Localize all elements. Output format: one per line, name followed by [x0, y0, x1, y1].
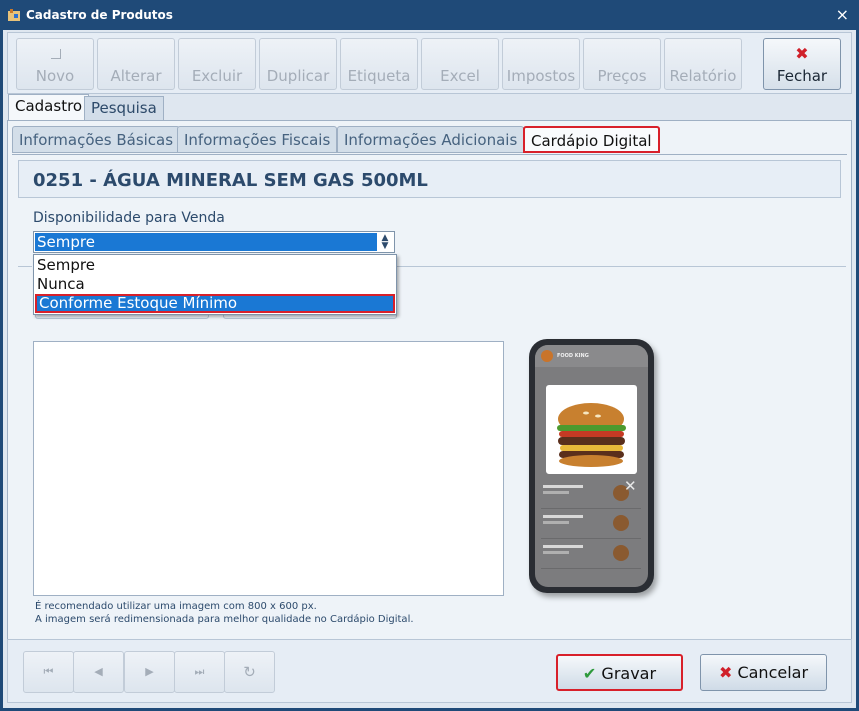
- duplicar-label: Duplicar: [266, 67, 330, 85]
- section-divider: [396, 266, 846, 267]
- availability-selected-value: Sempre: [35, 233, 377, 251]
- phone-screen: FOOD KING ✕: [535, 345, 648, 587]
- tab-cardapio-digital[interactable]: Cardápio Digital: [523, 126, 660, 153]
- cardapio-panel: 0251 - ÁGUA MINERAL SEM GAS 500ML Dispon…: [12, 154, 847, 644]
- option-conforme-estoque[interactable]: Conforme Estoque Mínimo: [35, 294, 395, 313]
- cadastro-panel: Informações Básicas Informações Fiscais …: [7, 120, 852, 648]
- last-record-button[interactable]: ⏭: [174, 651, 225, 693]
- next-record-button[interactable]: ▶: [124, 651, 175, 693]
- refresh-button[interactable]: ↻: [224, 651, 275, 693]
- image-hint-resize: A imagem será redimensionada para melhor…: [35, 614, 414, 625]
- preview-menu-row: [541, 511, 641, 539]
- product-header: 0251 - ÁGUA MINERAL SEM GAS 500ML: [18, 160, 841, 198]
- preview-topbar: FOOD KING: [535, 345, 648, 367]
- cancelar-button[interactable]: ✖ Cancelar: [700, 654, 827, 691]
- first-icon: ⏮: [43, 665, 54, 678]
- phone-preview: FOOD KING ✕: [529, 339, 654, 593]
- preview-menu-row: [541, 541, 641, 569]
- close-window-icon[interactable]: ×: [836, 5, 849, 24]
- previous-record-button[interactable]: ◀: [73, 651, 124, 693]
- app-icon: [8, 9, 20, 21]
- duplicar-button[interactable]: Duplicar: [259, 38, 337, 90]
- tab-informacoes-adicionais[interactable]: Informações Adicionais: [337, 126, 525, 153]
- impostos-button[interactable]: Impostos: [502, 38, 580, 90]
- image-hint-size: É recomendado utilizar uma imagem com 80…: [35, 601, 317, 612]
- tab-pesquisa[interactable]: Pesquisa: [84, 96, 164, 120]
- client-area: Novo Alterar Excluir Duplicar Etiqueta E…: [3, 30, 856, 708]
- relatorio-button[interactable]: Relatório: [664, 38, 742, 90]
- fechar-button[interactable]: ✖ Fechar: [763, 38, 841, 90]
- precos-label: Preços: [597, 67, 647, 85]
- tab-informacoes-basicas[interactable]: Informações Básicas: [12, 126, 181, 153]
- etiqueta-label: Etiqueta: [347, 67, 411, 85]
- excluir-button[interactable]: Excluir: [178, 38, 256, 90]
- new-icon: [51, 49, 61, 59]
- availability-select[interactable]: Sempre ▲ ▼: [33, 231, 395, 253]
- availability-dropdown: Sempre Nunca Conforme Estoque Mínimo: [33, 254, 397, 315]
- check-icon: ✔: [582, 664, 597, 683]
- product-title: 0251 - ÁGUA MINERAL SEM GAS 500ML: [33, 170, 428, 191]
- popup-close-icon: ✕: [624, 477, 637, 495]
- toolbar: Novo Alterar Excluir Duplicar Etiqueta E…: [7, 32, 852, 94]
- burger-image: [557, 403, 626, 467]
- window: Cadastro de Produtos × Novo Alterar Excl…: [0, 0, 859, 711]
- option-nunca[interactable]: Nunca: [35, 275, 395, 294]
- bottom-bar: ⏮ ◀ ▶ ⏭ ↻ ✔ Gravar ✖ Cancelar: [7, 639, 852, 703]
- novo-label: Novo: [35, 67, 75, 85]
- window-title: Cadastro de Produtos: [26, 8, 173, 22]
- section-divider-left: [18, 266, 32, 267]
- gravar-label: Gravar: [601, 664, 657, 683]
- title-bar: Cadastro de Produtos ×: [0, 0, 859, 30]
- tab-informacoes-fiscais[interactable]: Informações Fiscais: [177, 126, 338, 153]
- impostos-label: Impostos: [506, 67, 576, 85]
- relatorio-label: Relatório: [669, 67, 737, 85]
- refresh-icon: ↻: [243, 663, 256, 681]
- gravar-button[interactable]: ✔ Gravar: [556, 654, 683, 691]
- cancel-icon: ✖: [718, 663, 733, 682]
- option-sempre[interactable]: Sempre: [35, 256, 395, 275]
- tab-cadastro[interactable]: Cadastro: [8, 94, 90, 120]
- availability-label: Disponibilidade para Venda: [33, 210, 225, 226]
- product-image-area[interactable]: [33, 341, 504, 596]
- fechar-label: Fechar: [776, 67, 828, 85]
- novo-button[interactable]: Novo: [16, 38, 94, 90]
- excel-button[interactable]: Excel: [421, 38, 499, 90]
- preview-popup: [546, 385, 637, 474]
- excluir-label: Excluir: [191, 67, 243, 85]
- excel-label: Excel: [440, 67, 480, 85]
- last-icon: ⏭: [194, 665, 205, 678]
- previous-icon: ◀: [94, 665, 103, 678]
- alterar-label: Alterar: [110, 67, 162, 85]
- chevron-updown-icon[interactable]: ▲ ▼: [378, 234, 392, 251]
- first-record-button[interactable]: ⏮: [23, 651, 74, 693]
- brand-logo-icon: [541, 350, 553, 362]
- etiqueta-button[interactable]: Etiqueta: [340, 38, 418, 90]
- next-icon: ▶: [145, 665, 154, 678]
- alterar-button[interactable]: Alterar: [97, 38, 175, 90]
- preview-brand: FOOD KING: [557, 353, 589, 359]
- cancelar-label: Cancelar: [737, 663, 809, 682]
- precos-button[interactable]: Preços: [583, 38, 661, 90]
- close-icon: ✖: [795, 44, 809, 63]
